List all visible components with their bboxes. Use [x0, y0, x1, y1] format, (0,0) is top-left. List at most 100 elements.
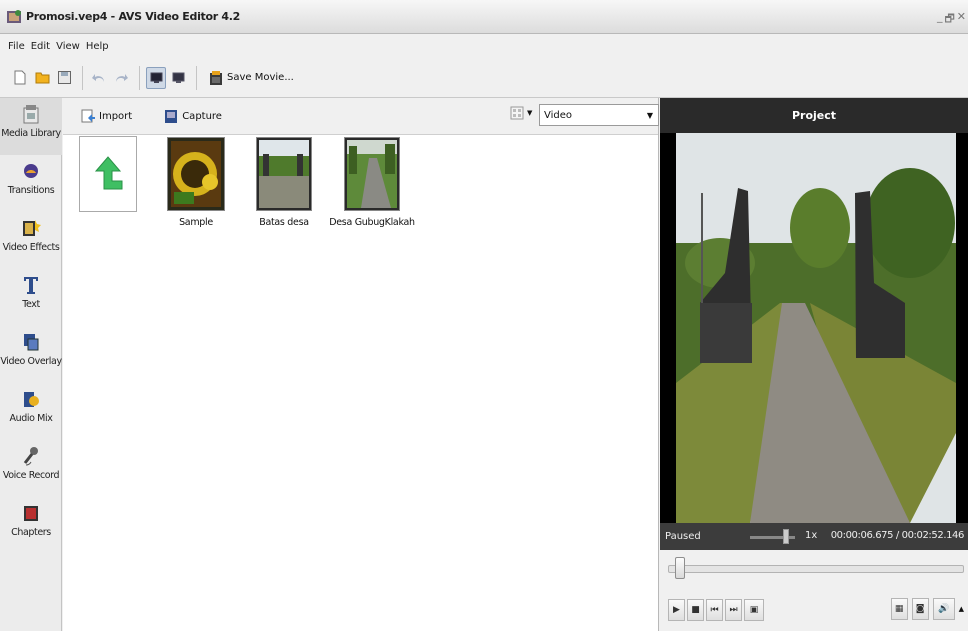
- chapters-icon: [20, 501, 42, 525]
- menu-file[interactable]: File: [8, 41, 25, 52]
- menu-view[interactable]: View: [56, 41, 80, 52]
- next-frame-button[interactable]: ⏭: [725, 598, 742, 621]
- fullscreen-icon: ▣: [749, 604, 759, 615]
- sidebar-item-label: Chapters: [11, 527, 51, 538]
- preview-monitor-button[interactable]: ▦: [890, 598, 908, 620]
- stop-icon: ■: [691, 604, 700, 615]
- open-project-button[interactable]: [32, 67, 52, 89]
- menu-bar: File Edit View Help: [0, 34, 968, 58]
- grid-view-icon: [510, 106, 524, 120]
- volume-button[interactable]: 🔊: [932, 598, 955, 620]
- new-project-button[interactable]: [10, 67, 30, 89]
- play-icon: ▶: [673, 604, 680, 615]
- media-item-name: Sample: [179, 217, 213, 228]
- undo-button[interactable]: [89, 67, 109, 89]
- chevron-up-icon[interactable]: ▲: [959, 605, 964, 613]
- sidebar-item-label: Audio Mix: [9, 413, 53, 424]
- preview-tools: ▦ ◙ 🔊 ▲: [890, 598, 964, 620]
- sidebar-item-video-effects[interactable]: Video Effects: [0, 212, 62, 269]
- sidebar-item-voice-record[interactable]: Voice Record: [0, 440, 62, 497]
- minimize-button[interactable]: _: [937, 10, 943, 29]
- fullscreen-button[interactable]: ▣: [744, 598, 764, 621]
- sidebar-item-text[interactable]: Text: [0, 269, 62, 326]
- preview-frame: [660, 133, 968, 523]
- sidebar-item-audio-mix[interactable]: Audio Mix: [0, 383, 62, 440]
- project-panel: Project Paused 1x 00:00:06.675 / 00:02:5…: [660, 98, 968, 631]
- import-button[interactable]: Import: [81, 109, 132, 123]
- playback-status-bar: Paused 1x 00:00:06.675 / 00:02:52.146: [660, 523, 968, 550]
- sidebar-item-transitions[interactable]: Transitions: [0, 155, 62, 212]
- sidebar: Media Library Transitions Video Effects …: [0, 98, 62, 631]
- project-title: Project: [660, 98, 968, 133]
- media-library-panel: Import Capture ▼ Video ▼ Sample Batas de…: [63, 98, 659, 631]
- chevron-down-icon: ▼: [527, 109, 533, 117]
- save-project-button[interactable]: [54, 67, 74, 89]
- media-type-select[interactable]: Video ▼: [539, 104, 659, 126]
- video-thumbnail-sunflower: [168, 138, 224, 210]
- stop-button[interactable]: ■: [687, 598, 704, 621]
- chevron-down-icon: ▼: [646, 111, 653, 120]
- window-controls: _ 🗗 ✕: [937, 10, 966, 29]
- text-icon: [20, 273, 42, 297]
- media-item-name: Desa GubugKlakah: [329, 217, 415, 228]
- view-mode-toggle[interactable]: ▼: [510, 106, 532, 120]
- new-file-icon: [14, 70, 26, 85]
- library-toolbar: Import Capture ▼ Video ▼: [63, 98, 659, 135]
- previous-frame-button[interactable]: ⏮: [706, 598, 723, 621]
- redo-icon: [116, 73, 128, 82]
- skip-forward-icon: ⏭: [729, 604, 738, 615]
- folder-up-item[interactable]: [63, 135, 153, 218]
- media-item-batas-desa[interactable]: Batas desa: [239, 135, 329, 228]
- save-movie-button[interactable]: Save Movie...: [209, 70, 294, 86]
- seek-bar[interactable]: [660, 550, 968, 588]
- playback-controls: ▶ ■ ⏮ ⏭ ▣ ▦ ◙ 🔊 ▲: [660, 588, 968, 631]
- import-icon: [81, 109, 95, 123]
- media-item-sample[interactable]: Sample: [151, 135, 241, 228]
- title-bar: Promosi.vep4 - AVS Video Editor 4.2 _ 🗗 …: [0, 0, 968, 34]
- redo-button[interactable]: [111, 67, 131, 89]
- sidebar-item-label: Voice Record: [2, 470, 60, 481]
- skip-back-icon: ⏮: [710, 604, 719, 615]
- capture-button[interactable]: Capture: [164, 108, 222, 124]
- storyboard-view-button[interactable]: [168, 67, 188, 89]
- folder-icon: [35, 72, 49, 84]
- menu-help[interactable]: Help: [86, 41, 109, 52]
- audio-mix-icon: [20, 387, 42, 411]
- seek-handle[interactable]: [674, 557, 685, 579]
- save-movie-label: Save Movie...: [227, 72, 294, 83]
- import-label: Import: [99, 110, 133, 122]
- close-button[interactable]: ✕: [957, 10, 966, 29]
- toolbar-separator: [82, 65, 83, 90]
- monitor-icon: [172, 72, 184, 83]
- media-item-name: Batas desa: [259, 217, 309, 228]
- film-icon: [210, 70, 222, 85]
- toolbar-separator: [139, 65, 140, 90]
- video-overlay-icon: [20, 330, 42, 354]
- sidebar-item-label: Video Overlay: [0, 356, 62, 367]
- video-preview[interactable]: [660, 133, 968, 523]
- menu-edit[interactable]: Edit: [31, 41, 50, 52]
- timeline-view-button[interactable]: [146, 66, 166, 89]
- capture-label: Capture: [182, 110, 222, 122]
- video-thumbnail-village-road: [345, 138, 399, 210]
- sidebar-item-chapters[interactable]: Chapters: [0, 497, 62, 554]
- camera-icon: ◙: [915, 604, 925, 614]
- playback-status: Paused: [665, 531, 701, 542]
- speed-slider-handle[interactable]: [783, 529, 789, 544]
- sidebar-item-media-library[interactable]: Media Library: [0, 98, 62, 155]
- snapshot-button[interactable]: ◙: [911, 598, 929, 620]
- playback-speed: 1x: [805, 530, 818, 541]
- undo-icon: [92, 73, 104, 82]
- app-icon: [7, 9, 21, 23]
- capture-icon: [165, 110, 178, 123]
- play-button[interactable]: ▶: [668, 598, 685, 621]
- video-thumbnail-road: [257, 138, 311, 210]
- window-title: Promosi.vep4 - AVS Video Editor 4.2: [26, 10, 241, 23]
- seek-track[interactable]: [668, 565, 964, 573]
- up-arrow-icon: [94, 156, 123, 190]
- media-type-value: Video: [544, 109, 573, 121]
- sidebar-item-video-overlay[interactable]: Video Overlay: [0, 326, 62, 383]
- restore-button[interactable]: 🗗: [944, 10, 954, 29]
- microphone-icon: [20, 444, 42, 468]
- media-item-desa-gubugklakah[interactable]: Desa GubugKlakah: [327, 135, 417, 228]
